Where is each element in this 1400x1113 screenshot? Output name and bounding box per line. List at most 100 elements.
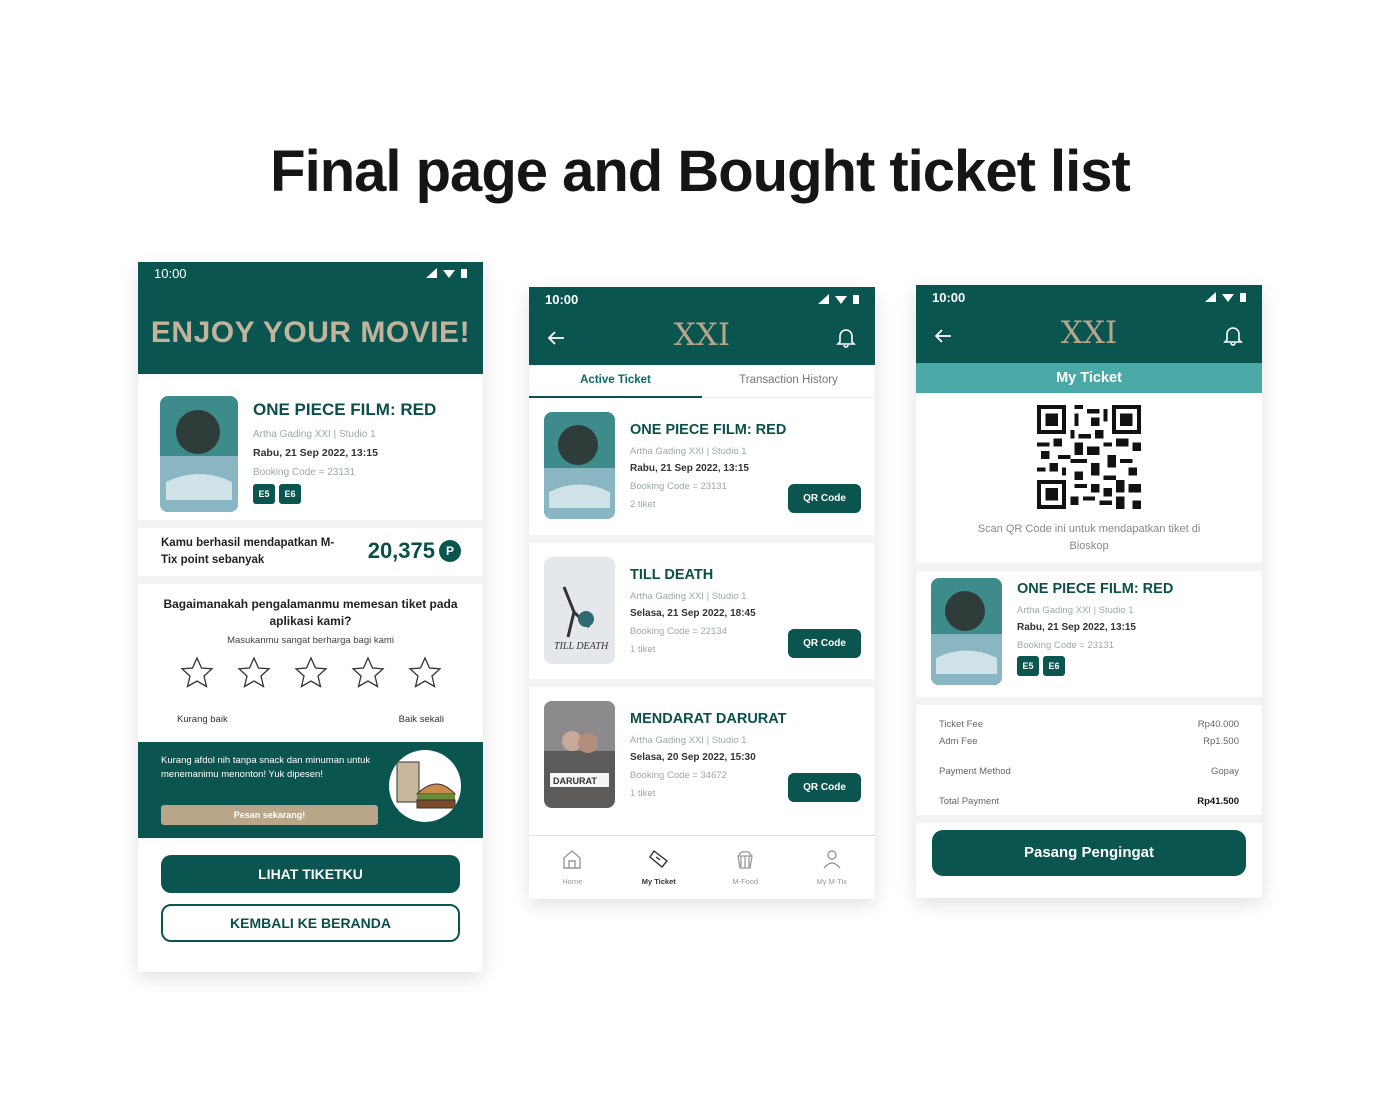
one-piece-poster-image [160,396,238,512]
total-payment-value: Rp41.500 [1197,796,1239,807]
movie-title: ONE PIECE FILM: RED [253,400,437,419]
tab-bar: Active Ticket Transaction History [529,365,875,398]
star-icon[interactable] [350,656,385,688]
star-icon[interactable] [293,656,328,688]
fee-value: Rp40.000 [1197,719,1239,730]
home-icon [563,850,581,869]
qr-code-button[interactable]: QR Code [788,484,861,513]
nav-label: M-Food [732,877,759,886]
battery-icon [853,295,859,304]
svg-text:DARURAT: DARURAT [553,776,597,786]
ticket-count: 1 tiket [630,644,656,655]
fee-label: Ticket Fee [939,719,983,730]
svg-text:TILL DEATH: TILL DEATH [554,641,609,652]
qr-code-button[interactable]: QR Code [788,773,861,802]
seat-badge: E5 [253,484,275,504]
movie-datetime: Rabu, 21 Sep 2022, 13:15 [1017,622,1136,633]
battery-icon [1240,293,1246,302]
fee-value: Rp1.500 [1203,736,1239,747]
movie-datetime: Rabu, 21 Sep 2022, 13:15 [253,447,378,459]
xxi-logo: XXI [673,317,731,353]
booking-code: Booking Code = 34672 [630,770,727,781]
qr-code-image [1037,405,1141,509]
nav-my-ticket[interactable]: My Ticket [616,836,703,899]
header: 10:00 ENJOY YOUR MOVIE! [138,262,483,374]
qr-caption: Scan QR Code ini untuk mendapatkan tiket… [977,523,1201,552]
points-text: Kamu berhasil mendapatkan M-Tix point se… [161,537,335,566]
feedback-section: Bagaimanakah pengalamanmu memesan tiket … [138,596,483,742]
qr-code-button[interactable]: QR Code [788,629,861,658]
till-death-poster-image: TILL DEATH [544,557,615,664]
movie-poster [544,412,615,519]
view-tickets-button[interactable]: LIHAT TIKETKU [161,855,460,893]
signal-icon [1205,292,1216,302]
xxi-logo: XXI [1060,315,1118,351]
seat-badge: E6 [1043,656,1065,676]
ticket-count: 2 tiket [630,499,656,510]
nav-label: My M-Tix [816,877,848,886]
status-time: 10:00 [932,289,966,305]
movie-datetime: Selasa, 20 Sep 2022, 15:30 [630,752,756,763]
promo-text: Kurang afdol nih tanpa snack dan minuman… [161,755,371,780]
star-icon[interactable] [179,656,214,688]
nav-my-mtix[interactable]: My M-Tix [789,836,876,899]
set-reminder-button[interactable]: Pasang Pengingat [932,830,1246,876]
burger-drink-icon [396,761,457,809]
movie-title: ONE PIECE FILM: RED [630,422,787,438]
booking-code: Booking Code = 23131 [1017,640,1114,651]
food-illustration [389,750,461,822]
my-ticket-subheader: My Ticket [916,363,1262,393]
movie-card: ONE PIECE FILM: RED Artha Gading XXI | S… [138,374,483,520]
bell-icon[interactable] [836,326,856,348]
movie-datetime: Rabu, 21 Sep 2022, 13:15 [630,463,749,474]
screen-ticket-list: 10:00 XXI Active Ticket Transaction Hist… [529,287,875,899]
movie-poster [931,578,1002,685]
wifi-icon [443,270,455,278]
ticket-card[interactable]: ONE PIECE FILM: RED Artha Gading XXI | S… [529,398,875,535]
movie-card: ONE PIECE FILM: RED Artha Gading XXI | S… [916,571,1262,697]
booking-code: Booking Code = 23131 [630,481,727,492]
nav-home[interactable]: Home [529,836,616,899]
star-icon[interactable] [407,656,442,688]
payment-summary: Ticket Fee Rp40.000 Adm Fee Rp1.500 Paymen… [916,705,1262,815]
qr-section: Scan QR Code ini untuk mendapatkan tiket… [916,393,1262,563]
points-value: 20,375 [367,538,435,563]
movie-poster: TILL DEATH [544,557,615,664]
tab-active-ticket[interactable]: Active Ticket [529,374,702,386]
points-icon: P [439,540,461,562]
payment-method-label: Payment Method [939,766,1011,777]
ticket-card[interactable]: DARURAT MENDARAT DARURAT Artha Gading XX… [529,687,875,823]
fee-row: Adm Fee Rp1.500 [939,736,1239,747]
wifi-icon [835,296,847,304]
feedback-subtitle: Masukanmu sangat berharga bagi kami [227,635,394,646]
back-home-button[interactable]: KEMBALI KE BERANDA [161,904,460,942]
tab-transaction-history[interactable]: Transaction History [702,374,875,386]
signal-icon [818,294,829,304]
bottom-nav: Home My Ticket M-Food My M-Tix [529,835,875,899]
ticket-card[interactable]: TILL DEATH TILL DEATH Artha Gading XXI |… [529,543,875,679]
status-icons [426,268,467,278]
screen-my-ticket: 10:00 XXI My Ticket Scan QR Code ini unt… [916,285,1262,898]
movie-poster [160,396,238,512]
movie-title: TILL DEATH [630,567,714,583]
booking-code: Booking Code = 22134 [630,626,727,637]
nav-label: My Ticket [641,877,676,886]
order-now-button[interactable]: Pesan sekarang! [161,805,378,825]
star-icon[interactable] [236,656,271,688]
movie-poster: DARURAT [544,701,615,808]
rating-high-label: Baik sekali [398,714,444,725]
total-payment-label: Total Payment [939,796,1000,807]
booking-code: Booking Code = 23131 [253,467,356,478]
nav-m-food[interactable]: M-Food [702,836,789,899]
movie-venue: Artha Gading XXI | Studio 1 [1017,605,1134,616]
ticket-count: 1 tiket [630,788,656,799]
payment-method-value: Gopay [1211,766,1239,777]
page-title: Final page and Bought ticket list [270,139,1131,204]
movie-venue: Artha Gading XXI | Studio 1 [253,429,376,440]
status-bar: 10:00 [529,287,875,311]
movie-venue: Artha Gading XXI | Studio 1 [630,591,747,602]
bell-icon[interactable] [1223,324,1243,346]
rating-low-label: Kurang baik [177,714,228,725]
header: 10:00 XXI [916,285,1262,363]
user-icon [823,850,841,869]
